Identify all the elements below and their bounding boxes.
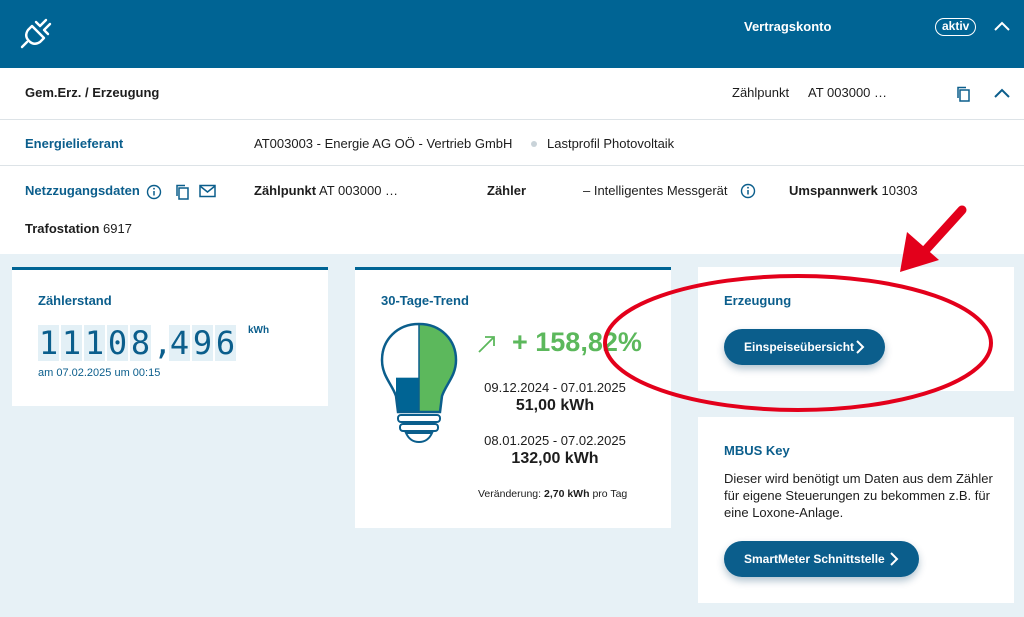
separator-dot [531, 141, 537, 147]
info-icon[interactable] [740, 183, 756, 199]
chevron-right-icon [890, 552, 899, 566]
bulb-current-fill [419, 324, 456, 412]
previous-period: 09.12.2024 - 07.01.2025 [484, 380, 626, 395]
bulb-previous-fill [396, 377, 419, 412]
copy-icon[interactable] [174, 184, 190, 200]
meter-digit: 1 [61, 324, 82, 362]
copy-icon[interactable] [955, 86, 971, 102]
top-bar: Vertragskonto aktiv [0, 0, 1024, 68]
metering-point-label: Zählpunkt [732, 85, 790, 100]
contract-account-label: Vertragskonto [744, 19, 832, 34]
mail-icon[interactable] [199, 184, 216, 198]
trend-percent: + 158,82% [512, 327, 642, 357]
grid-metering-point: Zählpunkt AT 003000 … [254, 183, 399, 198]
mbus-title: MBUS Key [724, 443, 790, 458]
meter-digit: 8 [130, 324, 151, 362]
mbus-description: Dieser wird benötigt um Daten aus dem Zä… [724, 471, 993, 520]
meter-digit: 9 [192, 324, 213, 362]
status-badge: aktiv [935, 18, 977, 36]
substation: Umspannwerk 10303 [789, 183, 918, 198]
generation-title: Gem.Erz. / Erzeugung [25, 85, 160, 100]
meter-digit: 6 [215, 324, 236, 362]
supplier-value: AT003003 - Energie AG OÖ - Vertrieb GmbH [254, 136, 513, 151]
production-title: Erzeugung [724, 293, 792, 308]
meter-decimal-separator: , [153, 324, 173, 362]
current-value: 132,00 kWh [511, 450, 599, 467]
chevron-up-icon[interactable] [993, 18, 1011, 36]
chevron-right-icon [856, 340, 865, 354]
meter-unit: kWh [248, 325, 270, 336]
plug-icon [20, 18, 52, 49]
meter-label: Zähler [487, 183, 527, 198]
meter-reading-title: Zählerstand [38, 293, 112, 308]
change-per-day: Veränderung: 2,70 kWh pro Tag [478, 488, 628, 500]
metering-point-value: AT 003000 … [808, 85, 888, 100]
meter-digit: 1 [38, 324, 59, 362]
smartmeter-interface-button[interactable]: SmartMeter Schnittstelle [724, 541, 919, 577]
current-period: 08.01.2025 - 07.02.2025 [484, 433, 626, 448]
trend-title: 30-Tage-Trend [381, 293, 469, 308]
generation-header: Gem.Erz. / Erzeugung Zählpunkt AT 003000… [0, 68, 1024, 120]
trend-up-arrow-icon [478, 336, 495, 353]
smartmeter-interface-label: SmartMeter Schnittstelle [744, 552, 885, 566]
grid-access-label: Netzzugangsdaten [25, 183, 140, 198]
meter-timestamp: am 07.02.2025 um 00:15 [38, 367, 161, 379]
grid-access-row: Netzzugangsdaten Zählpunkt AT 003000 … Z… [0, 166, 1024, 254]
meter-digit: 0 [107, 324, 128, 362]
meter-digit: 1 [84, 324, 105, 362]
meter-digit: 4 [169, 324, 190, 362]
previous-value: 51,00 kWh [515, 397, 595, 414]
supplier-label: Energielieferant [25, 136, 124, 151]
chevron-up-icon[interactable] [993, 85, 1011, 103]
meter-reading-digits: 1 1 1 0 8 , 4 9 6 [38, 325, 236, 361]
info-icon[interactable] [146, 184, 162, 200]
supplier-row: Energielieferant AT003003 - Energie AG O… [0, 120, 1024, 166]
feed-in-overview-label: Einspeiseübersicht [744, 340, 855, 354]
load-profile-value: Lastprofil Photovoltaik [547, 136, 675, 151]
lightbulb-icon [380, 322, 458, 444]
meter-value: – Intelligentes Messgerät [583, 183, 728, 198]
feed-in-overview-button[interactable]: Einspeiseübersicht [724, 329, 885, 365]
transformer-station: Trafostation 6917 [25, 221, 132, 236]
